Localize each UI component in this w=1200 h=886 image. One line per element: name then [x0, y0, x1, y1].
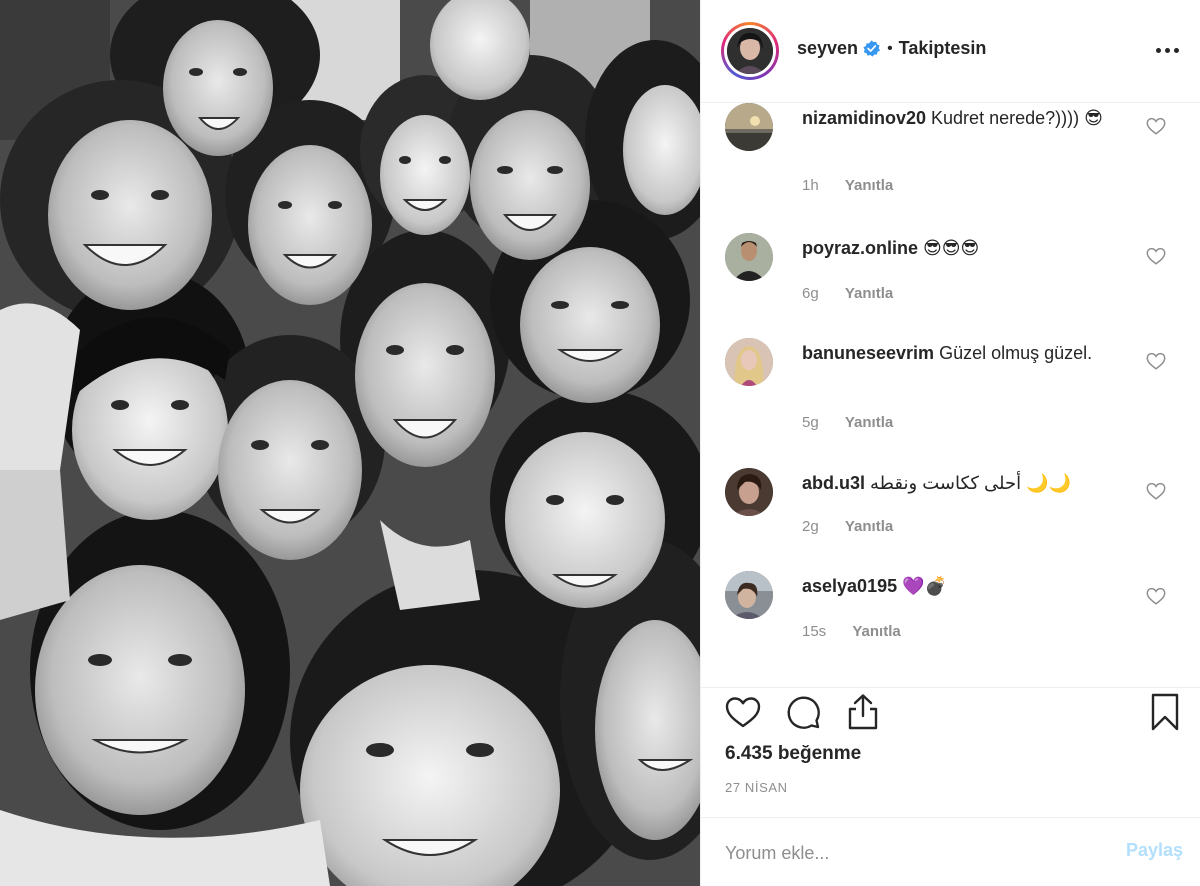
comment-time[interactable]: 5g — [802, 414, 819, 431]
header-name-row: seyven • Takiptesin — [797, 38, 986, 59]
share-icon[interactable] — [843, 692, 883, 732]
comment-like-heart-icon[interactable] — [1145, 245, 1167, 267]
bookmark-icon[interactable] — [1145, 692, 1185, 732]
comment-meta: 6g Yanıtla — [802, 285, 893, 302]
comment-text: 💜💣 — [902, 576, 947, 596]
more-horizontal-icon[interactable] — [1153, 36, 1181, 64]
post-author-username[interactable]: seyven — [797, 38, 858, 59]
comments-list[interactable]: nizamidinov20 Kudret nerede?)))) 😎 1h Yan… — [701, 103, 1200, 687]
comment-text: Güzel olmuş güzel. — [939, 343, 1093, 363]
post-photo[interactable] — [0, 0, 700, 886]
commenter-avatar[interactable] — [725, 571, 773, 619]
following-status[interactable]: Takiptesin — [899, 38, 987, 59]
post-comment-button[interactable]: Paylaş — [1126, 840, 1183, 861]
post-header: seyven • Takiptesin — [701, 0, 1200, 103]
comment-like-heart-icon[interactable] — [1145, 480, 1167, 502]
comment-body: poyraz.online 😎😎😎 — [802, 235, 1132, 262]
verified-badge-icon — [863, 40, 881, 57]
reply-button[interactable]: Yanıtla — [845, 414, 893, 431]
group-selfie-image — [0, 0, 700, 886]
comment-username[interactable]: poyraz.online — [802, 238, 918, 258]
comment-meta: 1h Yanıtla — [802, 177, 893, 194]
comment-text: أحلى ككاست ونقطه 🌙🌙 — [870, 473, 1071, 493]
add-comment-bar: Paylaş — [701, 817, 1200, 886]
comment-meta: 5g Yanıtla — [802, 414, 893, 431]
likes-count[interactable]: 6.435 beğenme — [725, 743, 861, 765]
comment-body: nizamidinov20 Kudret nerede?)))) 😎 — [802, 105, 1132, 132]
comment-text: 😎😎😎 — [923, 238, 980, 258]
comment-username[interactable]: nizamidinov20 — [802, 108, 926, 128]
comment-username[interactable]: banuneseevrim — [802, 343, 934, 363]
commenter-avatar[interactable] — [725, 468, 773, 516]
reply-button[interactable]: Yanıtla — [845, 518, 893, 535]
heart-icon[interactable] — [723, 692, 763, 732]
comment-like-heart-icon[interactable] — [1145, 585, 1167, 607]
comment-body: abd.u3l أحلى ككاست ونقطه 🌙🌙 — [802, 470, 1132, 497]
post-date[interactable]: 27 NİSAN — [725, 780, 788, 795]
post-actions: 6.435 beğenme 27 NİSAN — [701, 687, 1200, 817]
commenter-avatar[interactable] — [725, 338, 773, 386]
avatar[interactable] — [727, 28, 773, 74]
comment-bubble-icon[interactable] — [783, 692, 823, 732]
comment-username[interactable]: abd.u3l — [802, 473, 865, 493]
commenter-avatar[interactable] — [725, 103, 773, 151]
commenter-avatar[interactable] — [725, 233, 773, 281]
reply-button[interactable]: Yanıtla — [852, 623, 900, 640]
comment-input[interactable] — [725, 840, 1085, 866]
separator-dot: • — [887, 39, 893, 57]
comment-time[interactable]: 15s — [802, 623, 826, 640]
comment-username[interactable]: aselya0195 — [802, 576, 897, 596]
comment-like-heart-icon[interactable] — [1145, 115, 1167, 137]
comment-body: banuneseevrim Güzel olmuş güzel. — [802, 340, 1132, 367]
comment-meta: 15s Yanıtla — [802, 623, 901, 640]
post-detail-panel: seyven • Takiptesin nizamidinov20 Kudret… — [700, 0, 1200, 886]
reply-button[interactable]: Yanıtla — [845, 285, 893, 302]
comment-body: aselya0195 💜💣 — [802, 573, 1132, 600]
story-ring[interactable] — [721, 22, 779, 80]
comment-meta: 2g Yanıtla — [802, 518, 893, 535]
reply-button[interactable]: Yanıtla — [845, 177, 893, 194]
comment-like-heart-icon[interactable] — [1145, 350, 1167, 372]
comment-time[interactable]: 6g — [802, 285, 819, 302]
comment-text: Kudret nerede?)))) 😎 — [931, 108, 1103, 128]
comment-time[interactable]: 1h — [802, 177, 819, 194]
comment-time[interactable]: 2g — [802, 518, 819, 535]
